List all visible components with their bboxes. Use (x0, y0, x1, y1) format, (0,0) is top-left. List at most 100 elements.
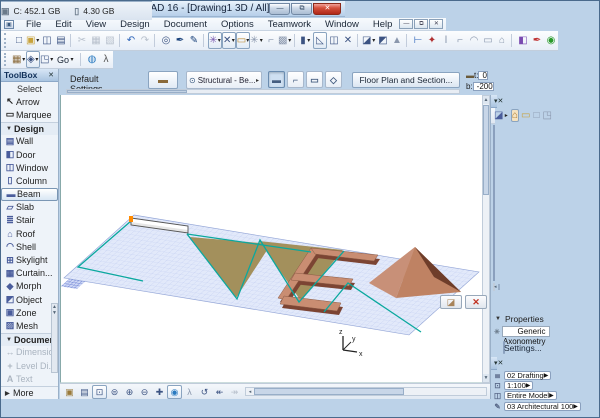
cursor-snap-icon[interactable]: ✕ ▾ (222, 32, 236, 49)
roof-tool-icon[interactable]: ◩ (376, 33, 390, 49)
tree-item-lists[interactable]: + ≣ Lists (494, 262, 495, 272)
cut-icon[interactable]: ✂ (75, 33, 89, 49)
hotlink-icon[interactable]: ⊢ (411, 33, 425, 49)
tree-item-3d[interactable]: − ◆ 3D (494, 213, 495, 223)
toolbox-more-row[interactable]: ▶ More (1, 386, 58, 399)
menu-options[interactable]: Options (214, 18, 261, 31)
redo-icon[interactable]: ↷ (138, 33, 152, 49)
explore-icon[interactable]: λ (182, 385, 197, 398)
tree-item-details[interactable]: ◪ Details (494, 194, 495, 204)
tool-zone[interactable]: ▣ Zone (1, 306, 58, 319)
snap-guides-icon[interactable]: ✳ ▾ (208, 32, 222, 49)
flyout-arrow-icon[interactable]: ▶ (544, 372, 549, 379)
navigator-chooser-button[interactable]: ◪ ▸ (493, 109, 510, 122)
intersect-icon[interactable]: ✕ (341, 33, 355, 49)
bottom-offset-field[interactable]: -200 (472, 82, 494, 91)
anchor-icon[interactable]: ▮ ▾ (299, 33, 313, 49)
dimension-icon[interactable]: ▭ (481, 33, 495, 49)
arc-icon[interactable]: ◠ (467, 33, 481, 49)
model-view-options-icon[interactable]: ▣ (62, 385, 77, 398)
close-icon[interactable]: ✕ (47, 71, 55, 79)
tool-column[interactable]: ▯ Column (1, 174, 58, 187)
tool-mesh[interactable]: ▨ Mesh (1, 319, 58, 332)
layout-book-button[interactable]: □ (533, 109, 541, 122)
tool-beam[interactable]: ▬ Beam (1, 187, 58, 201)
dropdown-arrow-icon[interactable]: ▾ (35, 56, 39, 63)
magic-wand-icon[interactable]: ▲ (390, 33, 404, 49)
quick-option-selector[interactable]: 03 Architectural 100 ▶ (504, 401, 581, 411)
tool-curtain-wall[interactable]: ▦ Curtain... (1, 267, 58, 280)
window-select-icon[interactable]: ◳ ▾ (40, 52, 54, 68)
toolbox-scrollbar[interactable]: ▲ ▼ (51, 303, 58, 373)
scroll-left-icon[interactable]: ◂ (494, 284, 497, 290)
quick-option-selector[interactable]: 02 Drafting ▶ (504, 370, 552, 380)
delete-button[interactable]: ✕ (465, 295, 487, 309)
find-select-icon[interactable]: ◎ (159, 33, 173, 49)
undo-icon[interactable]: ↶ (124, 33, 138, 49)
dropdown-arrow-icon[interactable]: ▾ (217, 37, 221, 44)
tree-item-drawing1[interactable]: − ⌂ Drawing1 (494, 126, 495, 136)
tool-dimension[interactable]: ↔ Dimensio (1, 346, 58, 359)
scroll-up-icon[interactable]: ▲ (483, 96, 489, 104)
corner-window-icon[interactable]: ⌐ (453, 33, 467, 49)
toolbar-drag-handle[interactable] (4, 52, 9, 67)
dropdown-arrow-icon[interactable]: ▾ (246, 37, 249, 44)
geometry-chained-button[interactable]: ⌐ (287, 71, 304, 88)
globe-icon[interactable]: ◍ (85, 52, 99, 68)
pick-up-parameters-icon[interactable]: ✒ (173, 33, 187, 49)
flyout-arrow-icon[interactable]: ▶ (526, 382, 531, 389)
tool-skylight[interactable]: ⊞ Skylight (1, 253, 58, 266)
repair-icon[interactable]: ✦ (425, 33, 439, 49)
top-offset-field[interactable]: 0 (478, 71, 488, 80)
collapse-icon[interactable]: ▼ (495, 316, 501, 322)
toolbar-separator[interactable] (357, 34, 360, 47)
document-icon[interactable]: ▣ (4, 19, 14, 29)
zoom-level-icon[interactable]: ⊜ (107, 385, 122, 398)
scrollbar-thumb[interactable] (67, 90, 187, 93)
offset-icon[interactable]: ⌐ (264, 33, 278, 49)
geometry-straight-button[interactable]: ▬ (268, 71, 285, 88)
zoom-in-icon[interactable]: ⊕ (122, 385, 137, 398)
scrollbar-thumb[interactable] (254, 388, 404, 395)
3d-window-settings-icon[interactable]: ◈ ▾ (26, 51, 40, 68)
geometry-rectangle-button[interactable]: ▭ (306, 71, 323, 88)
walk-mode-icon[interactable]: λ (99, 52, 113, 68)
previous-zoom-icon[interactable]: ↞ (212, 385, 227, 398)
flyout-arrow-icon[interactable]: ▶ (549, 392, 554, 399)
tree-item-generic-axonometry[interactable]: ◈ Generic Ax (494, 233, 495, 243)
scroll-left-icon[interactable]: ◂ (246, 389, 254, 395)
restore-button[interactable]: ⧉ (291, 2, 313, 15)
menu-teamwork[interactable]: Teamwork (261, 18, 318, 31)
minimize-button[interactable]: — (269, 2, 291, 15)
flyout-arrow-icon[interactable]: ▶ (573, 403, 578, 410)
tree-item-stories[interactable]: − ▤ Stories (494, 136, 495, 146)
toolbar-separator[interactable] (119, 34, 122, 47)
zoom-out-icon[interactable]: ⊖ (137, 385, 152, 398)
menu-document[interactable]: Document (157, 18, 214, 31)
save-icon[interactable]: ◫ (40, 33, 54, 49)
toolbar-separator[interactable] (70, 34, 73, 47)
view-name-field[interactable]: Generic Axonometry (501, 326, 550, 346)
toolbar-separator[interactable] (406, 34, 409, 47)
tool-roof[interactable]: ⌂ Roof (1, 227, 58, 240)
pan-icon[interactable]: ✚ (152, 385, 167, 398)
mdi-minimize-button[interactable]: — (399, 19, 414, 29)
trim-icon[interactable]: ◺ (313, 32, 327, 49)
fit-in-window-icon[interactable]: ⊡ (92, 384, 107, 399)
dropdown-arrow-icon[interactable]: ▾ (306, 37, 312, 44)
new-folder-button[interactable]: ◪ (440, 295, 462, 309)
flyout-arrow-icon[interactable]: ▸ (256, 77, 259, 84)
dropdown-arrow-icon[interactable]: ▾ (69, 56, 75, 63)
start-edition-icon[interactable]: ◉ (544, 33, 558, 49)
quick-option-selector[interactable]: Entire Model ▶ (504, 391, 557, 401)
mdi-restore-button[interactable]: ⧉ (414, 19, 429, 29)
properties-header[interactable]: ▼ Properties (495, 314, 544, 324)
view-map-button[interactable]: ▭ (520, 109, 531, 122)
toolbar-separator[interactable] (294, 34, 297, 47)
toolbar-separator[interactable] (203, 34, 206, 47)
paste-icon[interactable]: ▧ (103, 33, 117, 49)
element-settings-icon[interactable]: ▦ ▾ (12, 52, 26, 68)
tool-text[interactable]: A Text (1, 372, 58, 385)
close-icon[interactable]: ✕ (498, 97, 504, 105)
dropdown-arrow-icon[interactable]: ▸ (503, 112, 509, 119)
